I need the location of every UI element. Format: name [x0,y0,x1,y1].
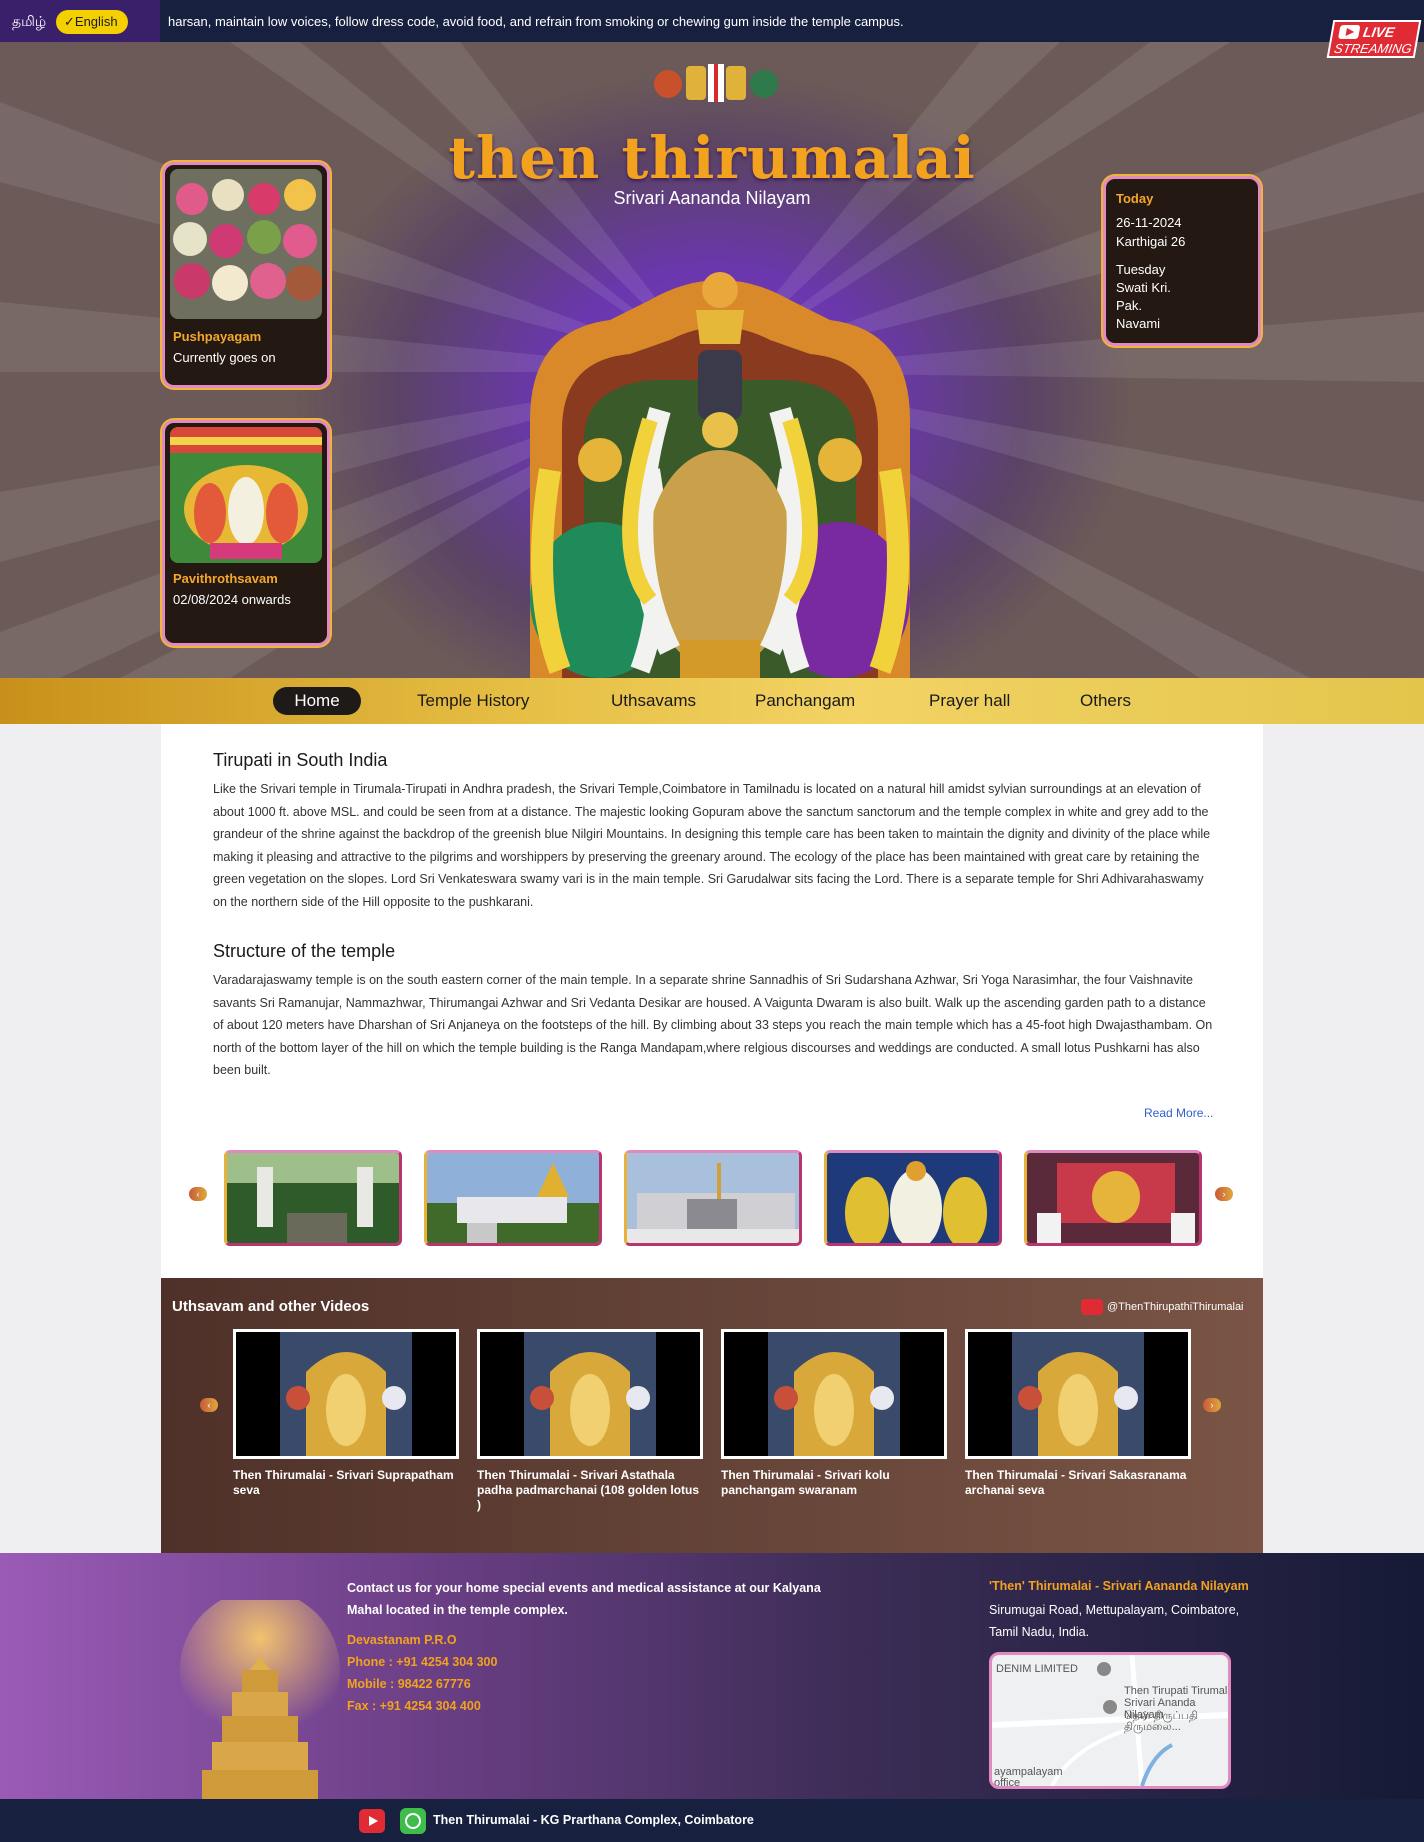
section-text-tirupati: Like the Srivari temple in Tirumala-Tiru… [213,782,1211,909]
nav-temple-history[interactable]: Temple History [417,687,529,715]
event-image-flowers [170,169,322,319]
today-tamil-date: Karthigai 26 [1116,234,1186,249]
gallery-image[interactable] [424,1150,602,1246]
announcement-ticker: harsan, maintain low voices, follow dres… [168,14,904,29]
map-label-denim: DENIM LIMITED [996,1663,1078,1675]
main-content: Tirupati in South India Like the Srivari… [161,724,1263,1278]
event-title: Pavithrothsavam [173,571,278,586]
today-nakshatra: Swati Kri. [1116,280,1171,295]
today-date: 26-11-2024 [1116,215,1182,230]
event-card-pavithrothsavam[interactable]: Pavithrothsavam 02/08/2024 onwards [162,420,330,646]
lang-english-label: English [74,14,118,29]
play-icon [1338,25,1361,39]
section-title-tirupati: Tirupati in South India [213,750,388,770]
language-switcher: தமிழ் ✓English [0,0,160,42]
nav-home[interactable]: Home [273,687,361,715]
footer-contact-text: Contact us for your home special events … [347,1581,821,1617]
section-title-structure: Structure of the temple [213,941,396,961]
main-navigation: Home Temple History Uthsavams Panchangam… [0,678,1424,724]
footer-pro: Devastanam P.R.O [347,1633,457,1647]
read-more-link[interactable]: Read More... [1144,1106,1213,1120]
video-title[interactable]: Then Thirumalai - Srivari kolu panchanga… [721,1468,947,1498]
lang-english-button[interactable]: ✓English [56,10,128,34]
gallery-image[interactable] [224,1150,402,1246]
footer-phone[interactable]: Phone : +91 4254 304 300 [347,1655,497,1669]
gallery-image[interactable] [1024,1150,1202,1246]
main-deity-image [530,272,910,678]
footer-mobile[interactable]: Mobile : 98422 67776 [347,1677,471,1691]
gallery-image[interactable] [824,1150,1002,1246]
footer-address-title: 'Then' Thirumalai - Srivari Aananda Nila… [989,1579,1249,1593]
today-heading: Today [1116,191,1154,206]
announcement-bar: தமிழ் ✓English harsan, maintain low voic… [0,0,1424,42]
footer-address: Sirumugai Road, Mettupalayam, Coimbatore… [989,1603,1240,1639]
youtube-icon [1081,1299,1103,1315]
today-day: Tuesday [1116,262,1166,277]
today-panchangam-card: Today 26-11-2024 Karthigai 26 Tuesday Sw… [1103,176,1261,346]
videos-section: Uthsavam and other Videos @ThenThirupath… [161,1278,1263,1553]
youtube-channel-link[interactable]: @ThenThirupathiThirumalai [1081,1299,1244,1315]
video-thumbnail[interactable] [477,1329,703,1459]
event-status: 02/08/2024 onwards [173,592,291,607]
gallery-prev-button[interactable]: ‹ [189,1187,207,1201]
event-status: Currently goes on [173,350,276,365]
lang-tamil-link[interactable]: தமிழ் [12,13,46,32]
hero-banner: then thirumalai Srivari Aananda Nilayam … [0,42,1424,678]
youtube-channel-name: @ThenThirupathiThirumalai [1107,1300,1244,1313]
map-label-tamil: தென் திருப்பதி திருமலை... [1124,1710,1199,1733]
video-title[interactable]: Then Thirumalai - Srivari Sakasranama ar… [965,1468,1191,1498]
event-image-deity [170,427,322,563]
gallery-next-button[interactable]: › [1215,1187,1233,1201]
nav-uthsavams[interactable]: Uthsavams [611,687,696,715]
footer-fax: Fax : +91 4254 304 400 [347,1699,481,1713]
event-title: Pushpayagam [173,329,262,344]
map-label-bottom: ayampalayam office [994,1766,1063,1789]
videos-next-button[interactable]: › [1203,1398,1221,1412]
event-card-pushpayagam[interactable]: Pushpayagam Currently goes on [162,162,330,388]
nav-panchangam[interactable]: Panchangam [755,687,855,715]
youtube-icon[interactable] [359,1809,385,1833]
video-thumbnail[interactable] [965,1329,1191,1459]
nav-others[interactable]: Others [1080,687,1131,715]
videos-title: Uthsavam and other Videos [172,1298,370,1315]
videos-prev-button[interactable]: ‹ [200,1398,218,1412]
video-thumbnail[interactable] [721,1329,947,1459]
bottom-bar-text: Then Thirumalai - KG Prarthana Complex, … [433,1813,754,1827]
gallery-image[interactable] [624,1150,802,1246]
live-streaming-button[interactable]: LIVE STREAMING [1326,20,1422,58]
temple-emblem-logo [654,64,778,102]
location-map[interactable]: DENIM LIMITED Then Tirupati Tirumala Sri… [989,1652,1231,1789]
today-paksha: Pak. [1116,298,1143,313]
whatsapp-icon[interactable] [400,1808,426,1834]
live-label: LIVE [1361,24,1396,40]
video-thumbnail[interactable] [233,1329,459,1459]
section-text-structure: Varadarajaswamy temple is on the south e… [213,973,1213,1077]
streaming-label: STREAMING [1333,41,1413,56]
video-title[interactable]: Then Thirumalai - Srivari Suprapatham se… [233,1468,459,1498]
bottom-bar: Then Thirumalai - KG Prarthana Complex, … [0,1799,1424,1842]
today-tithi: Navami [1116,316,1161,331]
nav-prayer-hall[interactable]: Prayer hall [929,687,1010,715]
video-title[interactable]: Then Thirumalai - Srivari Astathala padh… [477,1468,703,1513]
